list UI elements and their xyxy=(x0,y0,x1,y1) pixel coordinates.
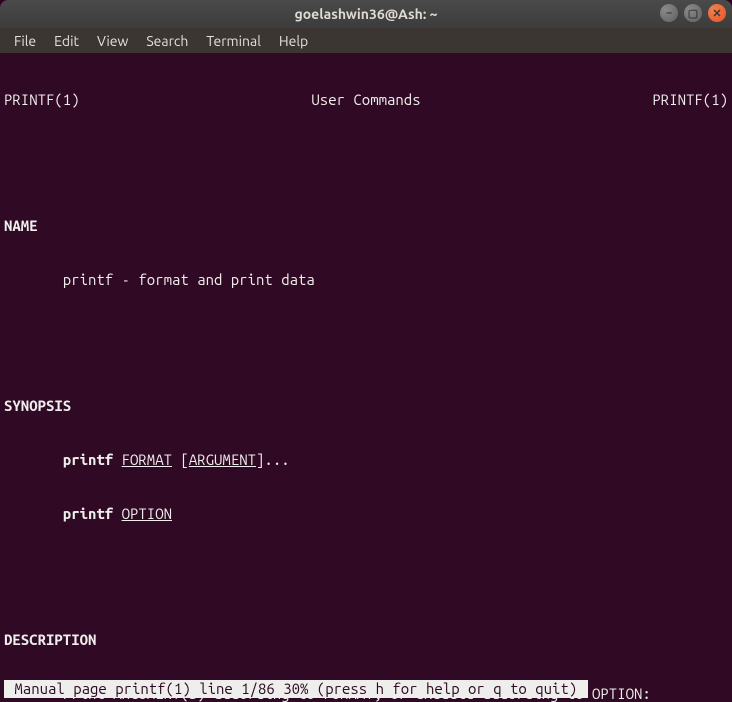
bracket-open: [ xyxy=(172,451,189,468)
man-header-right: PRINTF(1) xyxy=(652,91,728,109)
menu-search[interactable]: Search xyxy=(138,31,196,51)
minimize-icon[interactable]: – xyxy=(660,4,678,22)
synopsis-arg-format: FORMAT xyxy=(122,451,172,468)
man-header-left: PRINTF(1) xyxy=(4,91,80,109)
blank-line xyxy=(4,559,728,577)
man-header: PRINTF(1) User Commands PRINTF(1) xyxy=(4,91,728,109)
section-name-heading: NAME xyxy=(4,217,728,235)
blank-line xyxy=(4,325,728,343)
bracket-close: ]... xyxy=(256,451,290,468)
section-synopsis-heading: SYNOPSIS xyxy=(4,397,728,415)
window-title: goelashwin36@Ash: ~ xyxy=(0,6,732,22)
menu-terminal[interactable]: Terminal xyxy=(198,31,269,51)
window-titlebar: goelashwin36@Ash: ~ – ▢ ✕ xyxy=(0,0,732,28)
maximize-icon[interactable]: ▢ xyxy=(684,4,702,22)
blank-line xyxy=(4,145,728,163)
synopsis-cmd: printf xyxy=(63,451,113,468)
synopsis-arg-argument: ARGUMENT xyxy=(189,451,256,468)
terminal-viewport[interactable]: PRINTF(1) User Commands PRINTF(1) NAME p… xyxy=(0,53,732,702)
menu-edit[interactable]: Edit xyxy=(46,31,87,51)
synopsis-line-1: printf FORMAT [ARGUMENT]... xyxy=(4,451,728,469)
menubar: File Edit View Search Terminal Help xyxy=(0,28,732,53)
synopsis-cmd: printf xyxy=(63,505,113,522)
synopsis-arg-option: OPTION xyxy=(122,505,172,522)
window-controls: – ▢ ✕ xyxy=(660,4,726,22)
menu-file[interactable]: File xyxy=(6,31,44,51)
close-icon[interactable]: ✕ xyxy=(708,4,726,22)
menu-help[interactable]: Help xyxy=(271,31,316,51)
section-name-text: printf - format and print data xyxy=(4,271,728,289)
man-status-line: Manual page printf(1) line 1/86 30% (pre… xyxy=(4,680,588,698)
menu-view[interactable]: View xyxy=(89,31,136,51)
synopsis-line-2: printf OPTION xyxy=(4,505,728,523)
section-description-heading: DESCRIPTION xyxy=(4,631,728,649)
man-header-center: User Commands xyxy=(80,91,653,109)
